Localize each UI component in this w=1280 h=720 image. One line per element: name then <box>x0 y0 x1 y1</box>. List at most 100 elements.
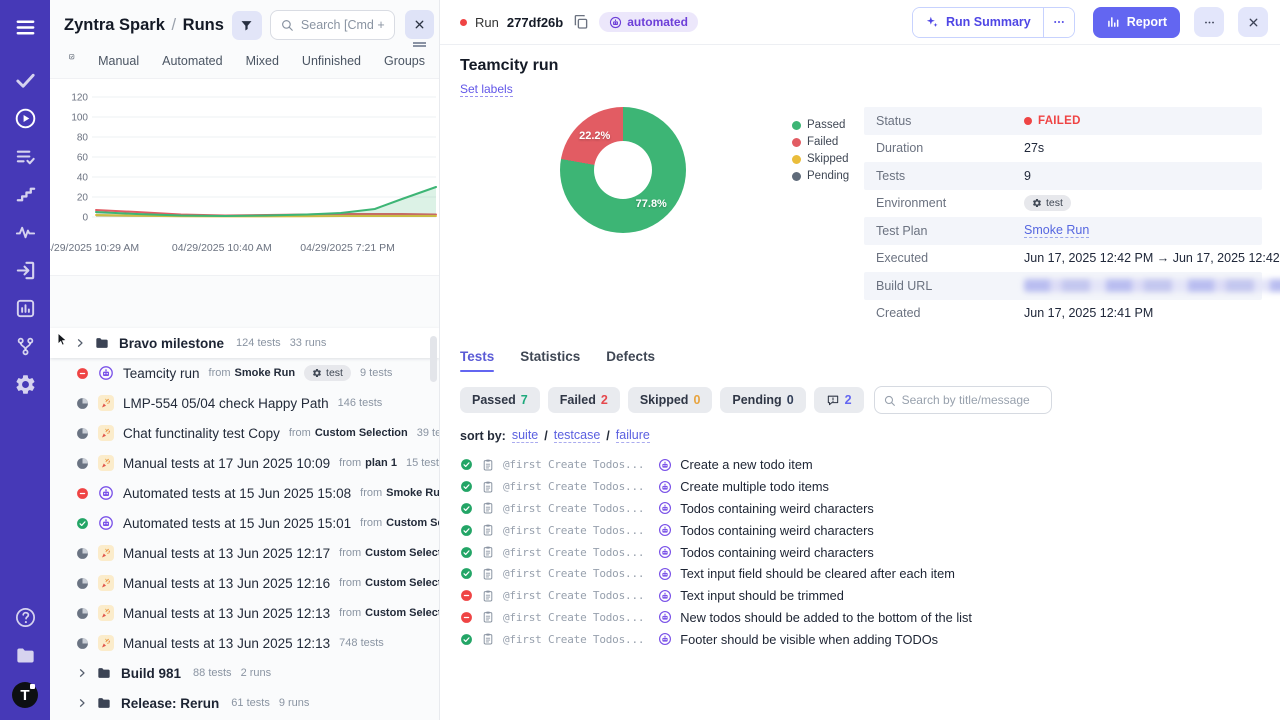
sort-by-suite[interactable]: suite <box>511 428 539 443</box>
manual-run-icon <box>98 455 114 471</box>
run-plan: Smoke Run <box>234 367 296 379</box>
test-row[interactable]: @first Create Todos... Create multiple to… <box>460 476 1262 498</box>
run-title: Teamcity run <box>460 57 559 74</box>
test-row[interactable]: @first Create Todos... Text input should … <box>460 585 1262 607</box>
detail-row: Duration 27s <box>864 135 1262 163</box>
status-passed-icon <box>460 458 473 471</box>
run-group-row[interactable]: Bravo milestone 124 tests 33 runs <box>50 328 439 358</box>
passed-filter-chip[interactable]: Passed 7 <box>460 387 540 413</box>
chip-label: Passed <box>472 393 516 407</box>
app-logo[interactable]: T <box>12 682 38 708</box>
chart-box-icon[interactable] <box>14 297 37 320</box>
more-actions-button[interactable] <box>1194 7 1224 37</box>
global-search[interactable] <box>269 10 395 40</box>
test-row[interactable]: @first Create Todos... New todos should b… <box>460 607 1262 629</box>
run-row[interactable]: Manual tests at 13 Jun 2025 12:16 from Cus… <box>50 568 439 598</box>
close-icon <box>413 18 426 31</box>
run-row[interactable]: Manual tests at 13 Jun 2025 12:13 748 tes… <box>50 628 439 658</box>
menu-icon[interactable] <box>14 16 37 39</box>
sort-by-failure[interactable]: failure <box>615 428 650 443</box>
status-failed-icon <box>460 589 473 602</box>
detail-label: Status <box>876 113 912 128</box>
folder-icon <box>96 665 112 681</box>
status-passed-icon <box>460 502 473 515</box>
run-group-row[interactable]: Build 981 88 tests 2 runs <box>50 658 439 688</box>
run-row[interactable]: Manual tests at 13 Jun 2025 12:13 from Cus… <box>50 598 439 628</box>
steps-icon[interactable] <box>14 183 37 206</box>
runs-tab-automated[interactable]: Automated <box>162 54 222 68</box>
chevron-right-icon[interactable] <box>76 667 88 679</box>
runs-tab-groups[interactable]: Groups <box>384 54 425 68</box>
list-check-icon[interactable] <box>14 145 37 168</box>
branch-icon[interactable] <box>14 335 37 358</box>
group-name: Release: Rerun <box>121 695 220 711</box>
check-icon[interactable] <box>14 69 37 92</box>
run-name: Chat functinality test Copy <box>123 425 280 441</box>
tests-search[interactable] <box>873 386 1052 414</box>
help-icon[interactable] <box>14 606 37 629</box>
select-all-icon[interactable] <box>68 53 75 69</box>
import-icon[interactable] <box>14 259 37 282</box>
gear-icon[interactable] <box>14 373 37 396</box>
pulse-icon[interactable] <box>14 221 37 244</box>
automated-test-icon <box>658 632 672 646</box>
automated-run-icon <box>98 515 114 531</box>
play-circle-icon[interactable] <box>14 107 37 130</box>
test-row[interactable]: @first Create Todos... Todos containing w… <box>460 519 1262 541</box>
report-button[interactable]: Report <box>1092 6 1180 38</box>
test-row[interactable]: @first Create Todos... Todos containing w… <box>460 541 1262 563</box>
test-row[interactable]: @first Create Todos... Footer should be v… <box>460 628 1262 650</box>
funnel-icon <box>239 18 254 33</box>
chevron-right-icon[interactable] <box>76 697 88 709</box>
test-suite: @first Create Todos... <box>503 610 645 624</box>
detail-label: Build URL <box>876 278 933 293</box>
test-row[interactable]: @first Create Todos... Todos containing w… <box>460 498 1262 520</box>
svg-text:04/29/2025 10:29 AM: 04/29/2025 10:29 AM <box>50 242 139 254</box>
test-row[interactable]: @first Create Todos... Text input field s… <box>460 563 1262 585</box>
filter-button[interactable] <box>231 10 262 40</box>
set-labels-link[interactable]: Set labels <box>460 82 513 97</box>
panel-close-button[interactable] <box>405 10 434 39</box>
runs-tab-mixed[interactable]: Mixed <box>246 54 279 68</box>
run-group-row[interactable]: Release: Rerun 61 tests 9 runs <box>50 688 439 718</box>
pending-filter-chip[interactable]: Pending 0 <box>720 387 806 413</box>
copy-run-id-button[interactable] <box>571 12 591 32</box>
run-summary-more-button[interactable] <box>1042 7 1074 37</box>
run-row[interactable]: Manual tests at 17 Jun 2025 10:09 from pla… <box>50 448 439 478</box>
manual-run-icon <box>98 635 114 651</box>
test-row[interactable]: @first Create Todos... Create a new todo … <box>460 454 1262 476</box>
tests-search-input[interactable] <box>901 393 1043 407</box>
folder-icon[interactable] <box>14 644 37 667</box>
tab-tests[interactable]: Tests <box>460 349 495 372</box>
run-summary-split-button: Run Summary <box>911 6 1075 38</box>
runs-list: Bravo milestone 124 tests 33 runs Teamcity … <box>50 328 439 718</box>
status-passed-icon <box>460 633 473 646</box>
failed-filter-chip[interactable]: Failed 2 <box>547 387 620 413</box>
run-row[interactable]: Manual tests at 13 Jun 2025 12:17 from Cus… <box>50 538 439 568</box>
test-plan-link[interactable]: Smoke Run <box>1024 223 1090 239</box>
close-run-button[interactable] <box>1238 7 1268 37</box>
tab-defects[interactable]: Defects <box>606 349 655 372</box>
chevron-right-icon[interactable] <box>74 337 86 349</box>
group-runs-count: 9 runs <box>278 697 310 709</box>
run-row[interactable]: Automated tests at 15 Jun 2025 15:08 from… <box>50 478 439 508</box>
run-row[interactable]: Chat functinality test Copy from Custom Se… <box>50 418 439 448</box>
sort-by-testcase[interactable]: testcase <box>553 428 601 443</box>
scrollbar-thumb[interactable] <box>430 336 437 382</box>
group-tests-count: 88 tests <box>193 667 232 679</box>
skipped-filter-chip[interactable]: Skipped 0 <box>627 387 713 413</box>
global-search-input[interactable] <box>300 18 385 32</box>
donut-legend: Passed Failed Skipped Pending <box>792 119 864 327</box>
automated-run-icon <box>98 365 114 381</box>
run-row[interactable]: Automated tests at 15 Jun 2025 15:01 from… <box>50 508 439 538</box>
run-summary-button[interactable]: Run Summary <box>912 7 1043 37</box>
runs-tab-unfinished[interactable]: Unfinished <box>302 54 361 68</box>
detail-value-text: Jun 17, 2025 12:41 PM <box>1024 306 1154 321</box>
runs-tab-manual[interactable]: Manual <box>98 54 139 68</box>
comments-filter-chip[interactable]: 2 <box>813 387 864 413</box>
run-row[interactable]: LMP-554 05/04 check Happy Path 146 tests <box>50 388 439 418</box>
legend-dot <box>792 154 801 164</box>
tab-statistics[interactable]: Statistics <box>520 349 580 372</box>
close-icon <box>1247 16 1260 29</box>
run-row[interactable]: Teamcity run from Smoke Run test 9 tests <box>50 358 439 388</box>
